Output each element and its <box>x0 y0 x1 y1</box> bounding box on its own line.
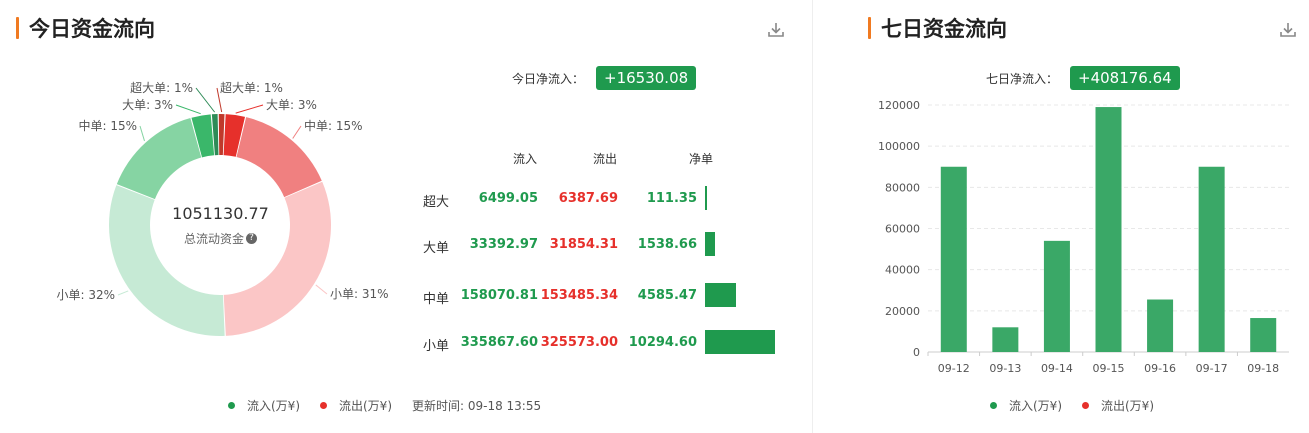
donut-leader-line <box>195 87 216 113</box>
donut-slice-label: 小单: 32% <box>56 288 115 302</box>
download-icon[interactable] <box>1278 20 1298 40</box>
donut-slice[interactable] <box>218 114 225 156</box>
x-tick-label: 09-18 <box>1247 362 1279 375</box>
title-accent-bar <box>16 17 19 39</box>
legend-outflow-label: 流出(万¥) <box>339 399 392 413</box>
header-net: 净单 <box>688 152 713 166</box>
legend-outflow[interactable]: 流出(万¥) <box>1082 397 1154 414</box>
today-legend: 流入(万¥) 流出(万¥) 更新时间: 09-18 13:55 <box>228 397 541 414</box>
seven-day-net-inflow-label: 七日净流入： <box>986 71 1059 86</box>
legend-inflow-label: 流入(万¥) <box>1009 399 1062 413</box>
y-tick-label: 20000 <box>885 305 920 318</box>
row-net: 1538.66 <box>637 237 697 252</box>
today-net-inflow-label: 今日净流入： <box>512 71 585 86</box>
donut-leader-line <box>292 125 302 139</box>
today-net-inflow-badge: +16530.08 <box>596 66 697 90</box>
donut-slice-label: 中单: 15% <box>78 118 137 133</box>
legend-inflow-dot <box>990 402 997 409</box>
donut-leader-line <box>315 284 328 295</box>
today-net-inflow: 今日净流入： +16530.08 <box>512 66 697 90</box>
net-bar <box>705 232 716 256</box>
donut-leader-line <box>175 104 201 115</box>
row-outflow: 6387.69 <box>558 191 618 206</box>
donut-leader-line <box>235 104 264 114</box>
x-tick-label: 09-14 <box>1041 362 1073 375</box>
row-net: 10294.60 <box>628 335 697 350</box>
row-inflow: 158070.81 <box>460 288 538 303</box>
y-tick-label: 60000 <box>885 223 920 236</box>
total-flow-label-text: 总流动资金 <box>183 232 244 246</box>
bar[interactable] <box>1147 299 1174 352</box>
bar[interactable] <box>992 327 1019 352</box>
bar[interactable] <box>1095 107 1122 352</box>
legend-outflow-dot <box>320 402 327 409</box>
seven-day-bar-chart: 0 20000 40000 60000 80000 100000 120000 09-12 09… <box>878 99 1289 375</box>
update-time: 更新时间: 09-18 13:55 <box>412 399 542 413</box>
donut-slice-label: 大单: 3% <box>122 98 173 112</box>
y-tick-label: 0 <box>913 346 920 359</box>
y-tick-label: 80000 <box>885 181 920 194</box>
total-flow-value: 1051130.77 <box>172 204 269 223</box>
net-bar <box>705 330 775 354</box>
question-circle-icon[interactable]: ? <box>246 233 257 244</box>
today-title-text: 今日资金流向 <box>29 17 155 41</box>
seven-day-title-text: 七日资金流向 <box>881 17 1007 41</box>
row-net: 4585.47 <box>637 288 697 303</box>
legend-inflow-dot <box>228 402 235 409</box>
net-bar <box>705 283 737 307</box>
today-title: 今日资金流向 <box>16 14 155 42</box>
download-icon[interactable] <box>766 20 786 40</box>
header-outflow: 流出 <box>592 152 617 166</box>
row-inflow: 33392.97 <box>469 237 538 252</box>
donut-leader-line <box>139 125 145 142</box>
legend-outflow-dot <box>1082 402 1089 409</box>
donut-slice-label: 中单: 15% <box>304 118 363 133</box>
row-outflow: 325573.00 <box>540 335 618 350</box>
row-inflow: 335867.60 <box>460 335 538 350</box>
title-accent-bar <box>868 17 871 39</box>
row-outflow: 31854.31 <box>549 237 618 252</box>
legend-outflow[interactable]: 流出(万¥) <box>320 397 392 414</box>
seven-day-net-inflow: 七日净流入： +408176.64 <box>986 66 1180 90</box>
seven-day-fund-flow-panel: 七日资金流向 七日净流入： +408176.64 0 20000 40000 6000… <box>840 0 1309 433</box>
donut-slice-label: 大单: 3% <box>266 98 317 112</box>
legend-inflow-label: 流入(万¥) <box>247 399 300 413</box>
today-fund-flow-panel: 今日资金流向 超大单: 1% 超大单: 1% 大单: 3% 中单: 15% 小单: 31… <box>0 0 810 433</box>
x-tick-label: 09-15 <box>1093 362 1125 375</box>
total-flow-label: 总流动资金 ? <box>158 230 283 247</box>
panel-divider <box>812 0 813 433</box>
y-tick-label: 120000 <box>878 99 920 112</box>
legend-outflow-label: 流出(万¥) <box>1101 399 1154 413</box>
seven-day-net-inflow-badge: +408176.64 <box>1070 66 1180 90</box>
row-outflow: 153485.34 <box>540 288 618 303</box>
y-tick-label: 100000 <box>878 140 920 153</box>
seven-day-legend: 流入(万¥) 流出(万¥) <box>990 397 1174 414</box>
bar[interactable] <box>1198 166 1225 352</box>
seven-day-title: 七日资金流向 <box>868 14 1007 42</box>
legend-inflow[interactable]: 流入(万¥) <box>990 397 1062 414</box>
row-inflow: 6499.05 <box>478 191 538 206</box>
legend-inflow[interactable]: 流入(万¥) <box>228 397 300 414</box>
x-tick-label: 09-13 <box>989 362 1021 375</box>
x-tick-label: 09-12 <box>938 362 970 375</box>
donut-slice-label: 小单: 31% <box>330 287 389 301</box>
x-tick-label: 09-16 <box>1144 362 1176 375</box>
y-tick-label: 40000 <box>885 264 920 277</box>
donut-slice-label: 超大单: 1% <box>220 80 283 95</box>
bar[interactable] <box>1250 318 1277 352</box>
donut-slice-label: 超大单: 1% <box>130 80 193 95</box>
header-inflow: 流入 <box>512 152 537 166</box>
donut-leader-line <box>117 290 129 296</box>
bar[interactable] <box>1043 240 1070 352</box>
bar[interactable] <box>940 166 967 352</box>
row-net: 111.35 <box>646 191 697 206</box>
net-bar <box>705 186 707 210</box>
x-tick-label: 09-17 <box>1196 362 1228 375</box>
